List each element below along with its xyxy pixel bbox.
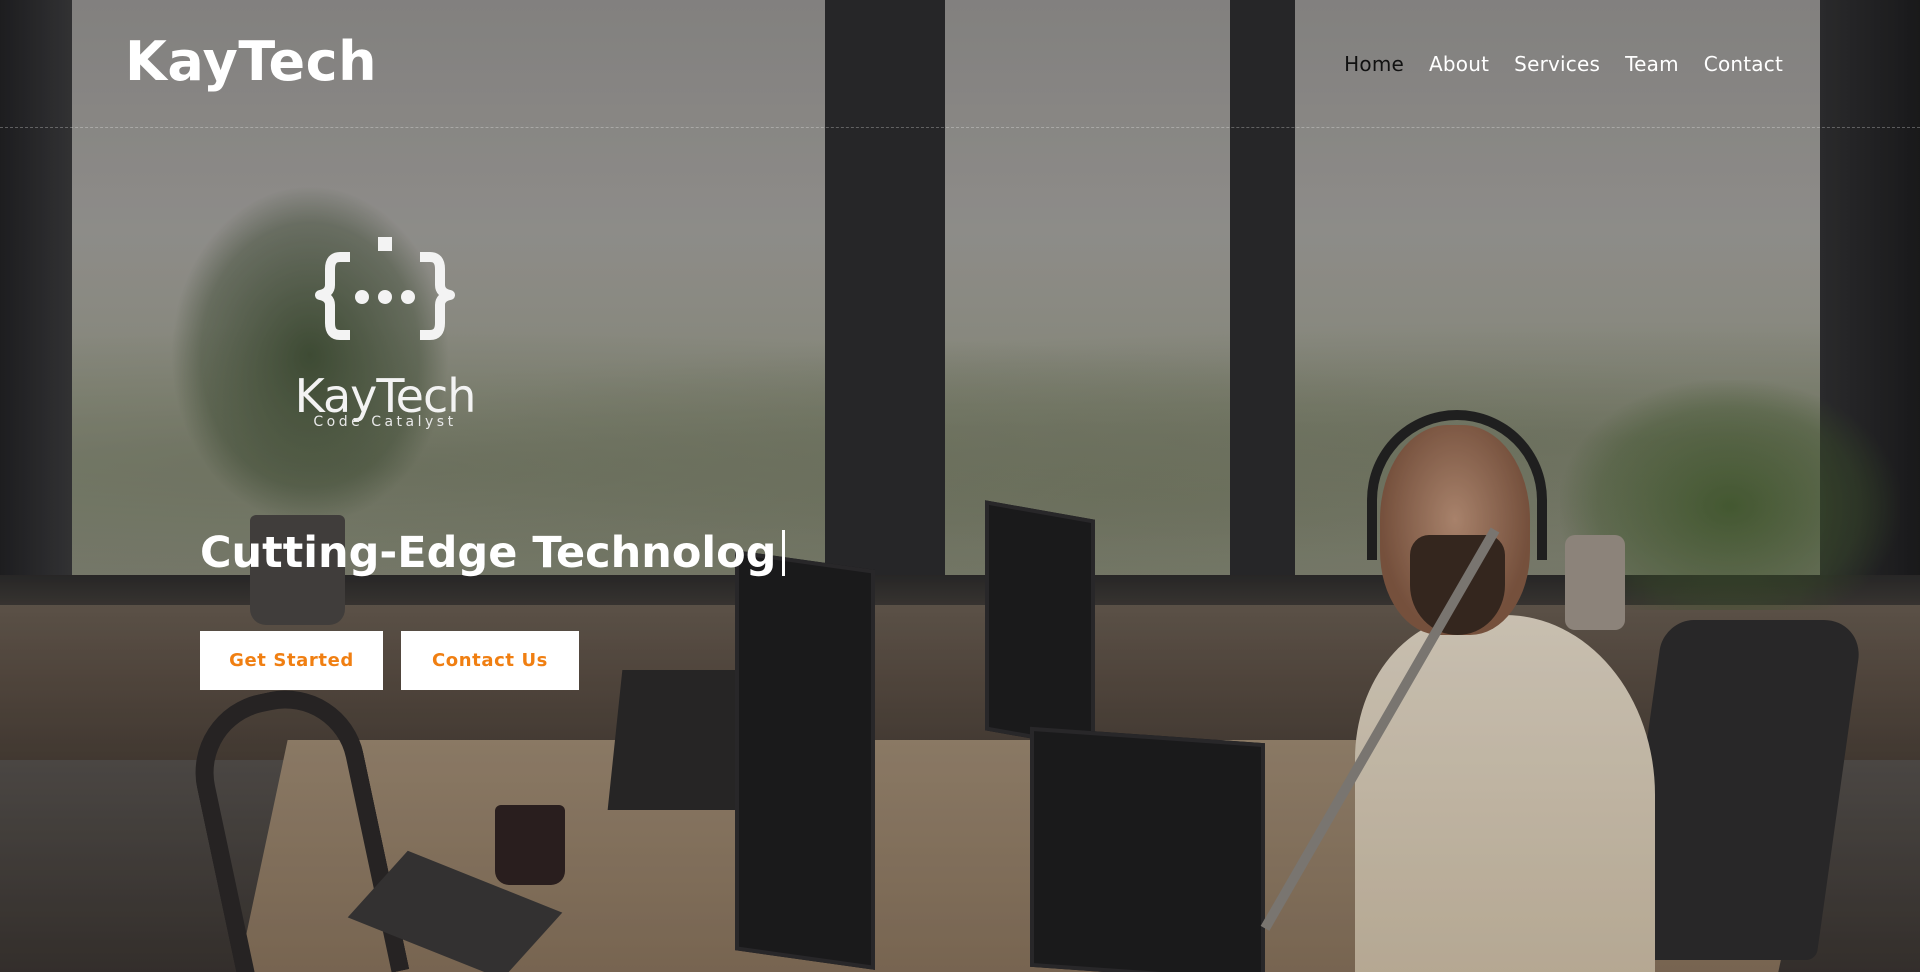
nav-item-team[interactable]: Team (1625, 52, 1679, 76)
nav-item-about[interactable]: About (1429, 52, 1489, 76)
nav-item-contact[interactable]: Contact (1704, 52, 1783, 76)
nav-item-home[interactable]: Home (1344, 52, 1404, 76)
brand-logo-text[interactable]: KayTech (125, 30, 377, 93)
braces-dots-icon (315, 237, 455, 340)
hero-background-photo (0, 0, 1920, 972)
logo-tagline: Code Catalyst (313, 414, 457, 430)
site-header: KayTech Home About Services Team Contact (0, 0, 1920, 128)
contact-us-button[interactable]: Contact Us (401, 631, 579, 690)
hero-headline: Cutting-Edge Technolog (200, 528, 786, 578)
hero-buttons: Get Started Contact Us (200, 631, 579, 690)
typing-caret (782, 530, 786, 576)
headline-text: Cutting-Edge Technolog (200, 528, 777, 578)
nav-item-services[interactable]: Services (1514, 52, 1600, 76)
main-nav: Home About Services Team Contact (1344, 52, 1783, 76)
logo-wordmark: KayTech (294, 369, 477, 423)
get-started-button[interactable]: Get Started (200, 631, 383, 690)
hero-logo: KayTech Code Catalyst (290, 235, 480, 435)
